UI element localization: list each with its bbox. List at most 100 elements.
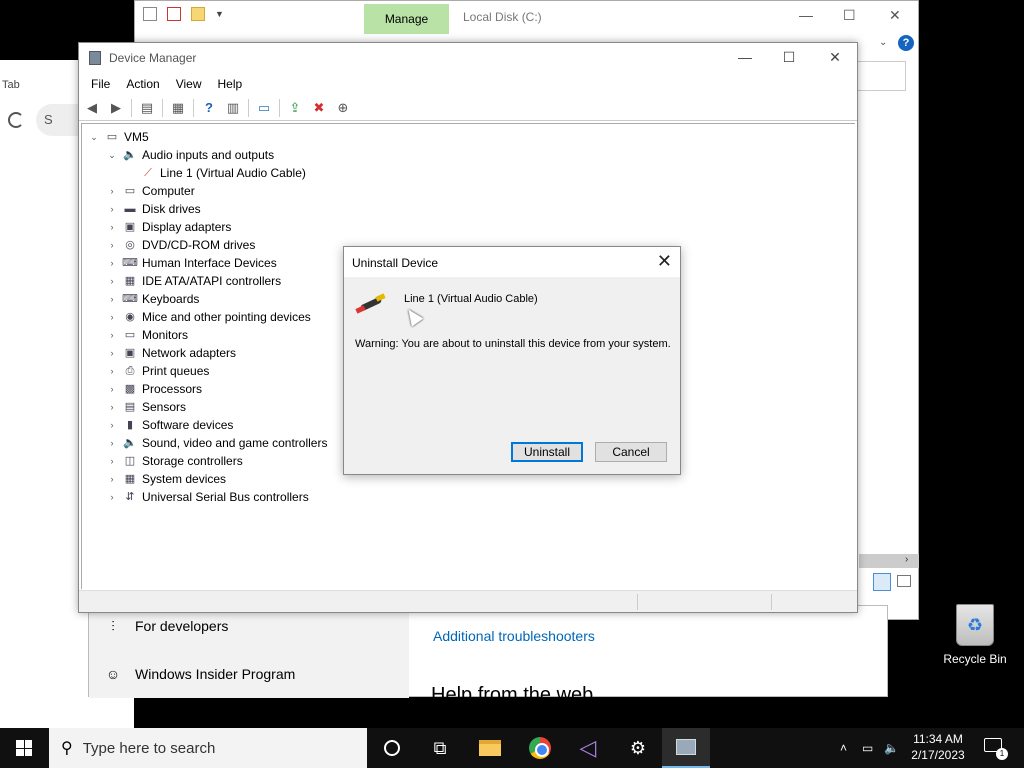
chevron-up-icon[interactable]: ˄ [840,728,847,768]
back-icon[interactable]: ◀ [83,99,101,117]
tree-item-dvd-drives[interactable]: › ◎ DVD/CD-ROM drives [106,236,256,254]
update-driver-icon[interactable]: ⇪ [286,99,304,117]
nav-for-developers[interactable]: ⫶ For developers [105,618,228,634]
network-icon[interactable]: ▭ [862,728,873,768]
nav-windows-insider[interactable]: ☺ Windows Insider Program [105,666,295,682]
tree-item-mice[interactable]: › ◉ Mice and other pointing devices [106,308,311,326]
large-icons-view-icon[interactable] [897,575,911,587]
device-manager-taskbar[interactable] [662,728,710,768]
scroll-right-icon[interactable]: › [905,554,908,565]
minimize-icon[interactable]: — [799,7,813,23]
explorer-search-box[interactable] [856,61,906,91]
menu-action[interactable]: Action [118,73,167,95]
recycle-bin-label: Recycle Bin [943,652,1007,666]
chevron-down-icon[interactable]: ⌄ [88,132,100,143]
chevron-right-icon[interactable]: › [106,456,118,466]
properties-icon[interactable] [143,7,157,21]
checkmark-icon[interactable] [167,7,181,21]
chevron-right-icon[interactable]: › [106,366,118,376]
maximize-icon[interactable]: ☐ [843,7,856,24]
download-icon[interactable]: ⊕ [334,99,352,117]
tree-item-hid[interactable]: › ⌨ Human Interface Devices [106,254,277,272]
chrome-taskbar[interactable] [516,728,564,768]
visual-studio-taskbar[interactable]: ◁ [564,728,612,768]
settings-nav: ⫶ For developers ☺ Windows Insider Progr… [89,606,409,698]
chevron-right-icon[interactable]: › [106,474,118,484]
chevron-right-icon[interactable]: › [106,492,118,502]
uninstall-device-icon[interactable]: ✖ [310,99,328,117]
minimize-icon[interactable]: — [735,49,755,65]
show-hide-tree-icon[interactable]: ▤ [138,99,156,117]
chevron-right-icon[interactable]: › [106,240,118,250]
tree-item-disk-drives[interactable]: › ▬ Disk drives [106,200,201,218]
chevron-right-icon[interactable]: › [106,420,118,430]
chevron-right-icon[interactable]: › [106,384,118,394]
chevron-down-icon[interactable]: ⌄ [106,150,118,161]
settings-taskbar[interactable]: ⚙ [614,728,662,768]
browser-tab-label[interactable]: Tab [2,79,20,91]
tree-item-computer[interactable]: › ▭ Computer [106,182,195,200]
help-icon[interactable]: ? [200,99,218,117]
tree-item-usb-controllers[interactable]: › ⇵ Universal Serial Bus controllers [106,488,309,506]
additional-troubleshooters-link[interactable]: Additional troubleshooters [433,628,595,644]
tree-item-processors[interactable]: › ▩ Processors [106,380,203,398]
chevron-right-icon[interactable]: › [106,402,118,412]
details-icon[interactable]: ▥ [224,99,242,117]
maximize-icon[interactable]: ☐ [779,49,799,66]
ribbon-expand-icon[interactable]: ⌄ [879,37,887,48]
sound-controllers-icon: 🔈 [123,437,137,449]
close-icon[interactable]: ✕ [657,251,672,272]
details-view-icon[interactable] [873,573,891,591]
uninstall-button[interactable]: Uninstall [511,442,583,462]
chevron-right-icon[interactable]: › [106,348,118,358]
cancel-button[interactable]: Cancel [595,442,667,462]
tree-item-display-adapters[interactable]: › ▣ Display adapters [106,218,232,236]
chevron-right-icon[interactable]: › [106,258,118,268]
chevron-right-icon[interactable]: › [106,276,118,286]
help-icon[interactable]: ? [898,35,914,51]
tree-item-audio[interactable]: ⌄ 🔈 Audio inputs and outputs [106,146,274,164]
chevron-right-icon[interactable]: › [106,330,118,340]
tree-item-print-queues[interactable]: › ⎙ Print queues [106,362,210,380]
refresh-icon[interactable] [8,112,24,128]
divider [193,98,194,117]
tree-item-system-devices[interactable]: › ▦ System devices [106,470,227,488]
close-icon[interactable]: ✕ [825,49,845,66]
start-button[interactable] [0,728,48,768]
taskbar-search[interactable]: ⚲ Type here to search [49,728,367,768]
tree-item-network-adapters[interactable]: › ▣ Network adapters [106,344,237,362]
menu-help[interactable]: Help [210,73,251,95]
recycle-bin[interactable]: Recycle Bin [940,604,1010,666]
new-folder-icon[interactable] [191,7,205,21]
chevron-right-icon[interactable]: › [106,438,118,448]
tree-item-sound-controllers[interactable]: › 🔈 Sound, video and game controllers [106,434,328,452]
chevron-right-icon[interactable]: › [106,312,118,322]
clock[interactable]: 11:34 AM 2/17/2023 [906,731,970,763]
tree-item-software-devices[interactable]: › ▮ Software devices [106,416,234,434]
tree-root[interactable]: ⌄ ▭ VM5 [88,128,148,146]
chevron-right-icon[interactable]: › [106,222,118,232]
properties-icon[interactable]: ▦ [169,99,187,117]
menu-file[interactable]: File [83,73,118,95]
task-view-button[interactable]: ⧉ [416,728,464,768]
chevron-down-icon[interactable]: ▼ [215,9,224,19]
tree-item-sensors[interactable]: › ▤ Sensors [106,398,187,416]
cortana-button[interactable] [368,728,416,768]
tree-item-ide-controllers[interactable]: › ▦ IDE ATA/ATAPI controllers [106,272,282,290]
manage-tab[interactable]: Manage [364,4,449,34]
close-icon[interactable]: ✕ [889,7,901,24]
tree-item-line1[interactable]: ⟋ Line 1 (Virtual Audio Cable) [140,164,306,182]
chevron-right-icon[interactable]: › [106,204,118,214]
file-explorer-taskbar[interactable] [466,728,514,768]
category-label: Computer [142,184,195,198]
forward-icon[interactable]: ▶ [107,99,125,117]
tree-item-monitors[interactable]: › ▭ Monitors [106,326,189,344]
scan-hardware-icon[interactable]: ▭ [255,99,273,117]
chevron-right-icon[interactable]: › [106,186,118,196]
menu-view[interactable]: View [168,73,210,95]
tree-item-storage-controllers[interactable]: › ◫ Storage controllers [106,452,243,470]
chevron-right-icon[interactable]: › [106,294,118,304]
horizontal-scrollbar[interactable] [859,554,919,568]
volume-icon[interactable]: 🔈 [884,728,899,768]
tree-item-keyboards[interactable]: › ⌨ Keyboards [106,290,200,308]
